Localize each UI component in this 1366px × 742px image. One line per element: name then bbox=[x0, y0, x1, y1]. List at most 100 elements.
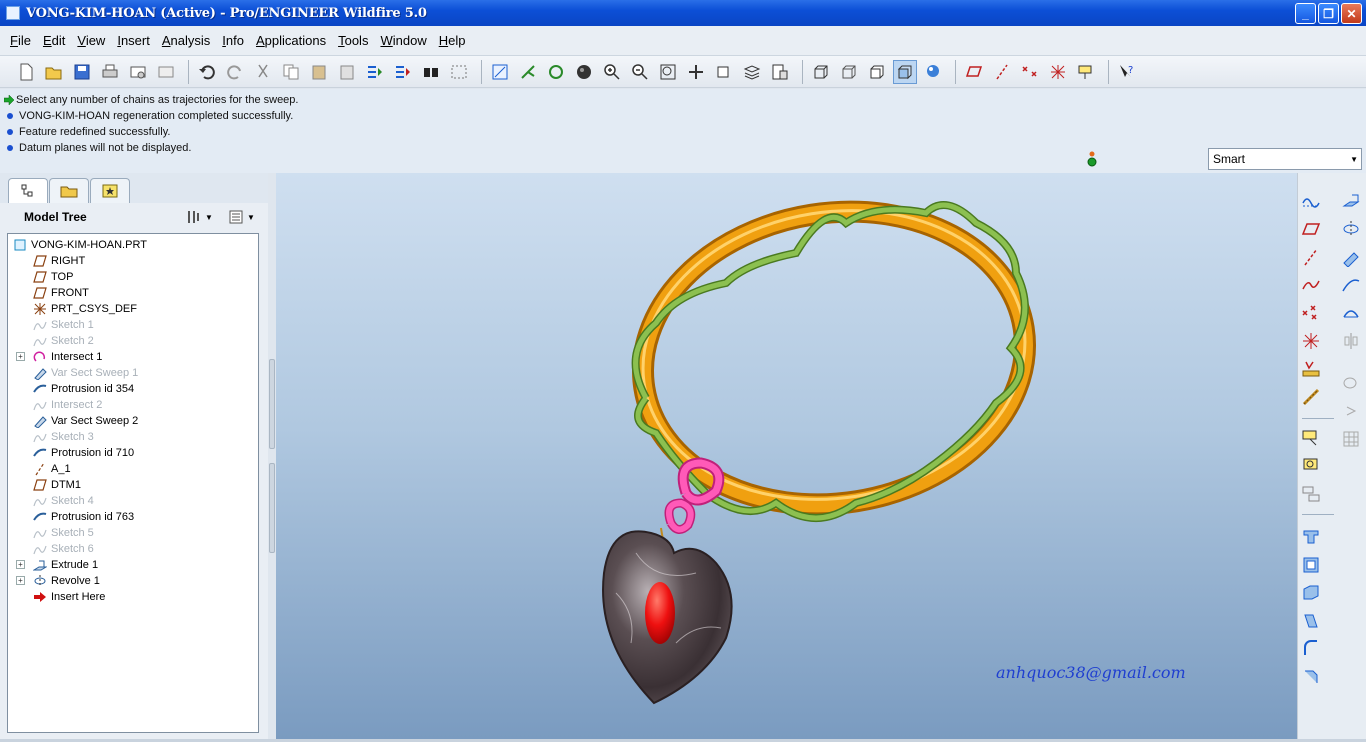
tree-item[interactable]: + Intersect 1 bbox=[16, 349, 102, 365]
hidden-line-icon[interactable] bbox=[837, 60, 861, 84]
round-tool-icon[interactable] bbox=[1300, 638, 1322, 660]
spin-center-icon[interactable] bbox=[516, 60, 540, 84]
close-button[interactable]: ✕ bbox=[1341, 3, 1362, 24]
menu-help[interactable]: Help bbox=[433, 33, 472, 48]
cut-icon[interactable] bbox=[251, 60, 275, 84]
paste-special-icon[interactable] bbox=[335, 60, 359, 84]
datum-plane-tool-icon[interactable] bbox=[1300, 218, 1322, 240]
tree-item[interactable]: + Extrude 1 bbox=[16, 557, 98, 573]
tree-item[interactable]: Protrusion id 763 bbox=[32, 509, 134, 525]
tree-item[interactable]: Protrusion id 710 bbox=[32, 445, 134, 461]
menu-file[interactable]: File bbox=[4, 33, 37, 48]
regen-manager-icon[interactable] bbox=[391, 60, 415, 84]
redo-icon[interactable] bbox=[223, 60, 247, 84]
copy-icon[interactable] bbox=[279, 60, 303, 84]
tree-item[interactable]: A_1 bbox=[32, 461, 71, 477]
datum-point-tool-icon[interactable] bbox=[1300, 302, 1322, 324]
tree-item[interactable]: DTM1 bbox=[32, 477, 81, 493]
rib-tool-icon[interactable] bbox=[1300, 582, 1322, 604]
csys-tool-icon[interactable] bbox=[1300, 330, 1322, 352]
expand-toggle-icon[interactable]: + bbox=[16, 576, 25, 585]
menu-analysis[interactable]: Analysis bbox=[156, 33, 216, 48]
send-link-icon[interactable] bbox=[154, 60, 178, 84]
pattern-tool-icon[interactable] bbox=[1340, 428, 1362, 450]
panel-splitter[interactable] bbox=[268, 173, 276, 742]
revolve-tool-icon[interactable] bbox=[1340, 218, 1362, 240]
group-tool-icon[interactable] bbox=[1300, 483, 1322, 505]
tree-item[interactable]: RIGHT bbox=[32, 253, 85, 269]
variable-sweep-tool-icon[interactable] bbox=[1340, 246, 1362, 268]
tree-settings-button[interactable]: ▼ bbox=[186, 207, 214, 227]
shaded-icon[interactable] bbox=[893, 59, 917, 84]
datum-plane-display-icon[interactable] bbox=[962, 60, 986, 84]
zoom-in-icon[interactable] bbox=[600, 60, 624, 84]
annotation-display-icon[interactable] bbox=[1074, 60, 1098, 84]
enhanced-realism-icon[interactable] bbox=[921, 60, 945, 84]
tab-favorites[interactable] bbox=[90, 178, 130, 203]
merge-tool-icon[interactable] bbox=[1340, 372, 1362, 394]
datum-point-display-icon[interactable] bbox=[1018, 60, 1042, 84]
menu-view[interactable]: View bbox=[71, 33, 111, 48]
boundary-blend-tool-icon[interactable] bbox=[1340, 302, 1362, 324]
menu-info[interactable]: Info bbox=[216, 33, 250, 48]
menu-edit[interactable]: Edit bbox=[37, 33, 71, 48]
tree-item[interactable]: Protrusion id 354 bbox=[32, 381, 134, 397]
selection-filter-dropdown[interactable]: Smart ▼ bbox=[1208, 148, 1362, 170]
hole-tool-icon[interactable] bbox=[1300, 526, 1322, 548]
saved-views-icon[interactable] bbox=[712, 60, 736, 84]
trim-tool-icon[interactable] bbox=[1340, 400, 1362, 422]
datum-axis-display-icon[interactable] bbox=[990, 60, 1014, 84]
tree-item[interactable]: Insert Here bbox=[32, 589, 105, 605]
tree-item[interactable]: Sketch 3 bbox=[32, 429, 94, 445]
shading-icon[interactable] bbox=[572, 60, 596, 84]
menu-tools[interactable]: Tools bbox=[332, 33, 374, 48]
save-icon[interactable] bbox=[70, 60, 94, 84]
extrude-tool-icon[interactable] bbox=[1340, 190, 1362, 212]
tree-item[interactable]: Sketch 5 bbox=[32, 525, 94, 541]
csys-display-icon[interactable] bbox=[1046, 60, 1070, 84]
menu-applications[interactable]: Applications bbox=[250, 33, 332, 48]
tree-item[interactable]: Sketch 2 bbox=[32, 333, 94, 349]
wireframe-icon[interactable] bbox=[809, 60, 833, 84]
reorient-icon[interactable] bbox=[684, 60, 708, 84]
paste-icon[interactable] bbox=[307, 60, 331, 84]
draft-tool-icon[interactable] bbox=[1300, 610, 1322, 632]
layers-icon[interactable] bbox=[740, 60, 764, 84]
open-folder-icon[interactable] bbox=[42, 60, 66, 84]
datum-curve-tool-icon[interactable] bbox=[1300, 274, 1322, 296]
analysis-feature-icon[interactable] bbox=[1300, 358, 1322, 380]
mirror-tool-icon[interactable] bbox=[1340, 330, 1362, 352]
expand-toggle-icon[interactable]: + bbox=[16, 560, 25, 569]
minimize-button[interactable]: _ bbox=[1295, 3, 1316, 24]
tree-show-button[interactable]: ▼ bbox=[228, 207, 256, 227]
insert-datum-link-icon[interactable] bbox=[1300, 386, 1322, 408]
tree-item[interactable]: Var Sect Sweep 1 bbox=[32, 365, 138, 381]
new-file-icon[interactable] bbox=[14, 60, 38, 84]
shell-tool-icon[interactable] bbox=[1300, 554, 1322, 576]
selection-box-icon[interactable] bbox=[447, 60, 471, 84]
annotation-feature-icon[interactable] bbox=[1300, 427, 1322, 449]
zoom-out-icon[interactable] bbox=[628, 60, 652, 84]
tree-item[interactable]: TOP bbox=[32, 269, 73, 285]
splitter-grip[interactable] bbox=[269, 359, 275, 449]
tree-item[interactable]: Sketch 4 bbox=[32, 493, 94, 509]
tab-model-tree[interactable] bbox=[8, 178, 48, 203]
tree-item[interactable]: Sketch 1 bbox=[32, 317, 94, 333]
chamfer-tool-icon[interactable] bbox=[1300, 666, 1322, 688]
expand-toggle-icon[interactable]: + bbox=[16, 352, 25, 361]
sketch-tool-icon[interactable] bbox=[1300, 190, 1322, 212]
undo-icon[interactable] bbox=[195, 60, 219, 84]
tree-item[interactable]: Sketch 6 bbox=[32, 541, 94, 557]
no-hidden-icon[interactable] bbox=[865, 60, 889, 84]
status-light-icon[interactable] bbox=[1086, 150, 1098, 168]
sketcher-icon[interactable] bbox=[488, 60, 512, 84]
datum-axis-tool-icon[interactable] bbox=[1300, 246, 1322, 268]
menu-insert[interactable]: Insert bbox=[111, 33, 156, 48]
tree-item[interactable]: Var Sect Sweep 2 bbox=[32, 413, 138, 429]
tab-folder-browser[interactable] bbox=[49, 178, 89, 203]
splitter-grip[interactable] bbox=[269, 463, 275, 553]
context-help-icon[interactable]: ? bbox=[1115, 60, 1139, 84]
tree-item[interactable]: PRT_CSYS_DEF bbox=[32, 301, 137, 317]
blend-tool-icon[interactable] bbox=[1340, 274, 1362, 296]
tree-item[interactable]: + Revolve 1 bbox=[16, 573, 100, 589]
